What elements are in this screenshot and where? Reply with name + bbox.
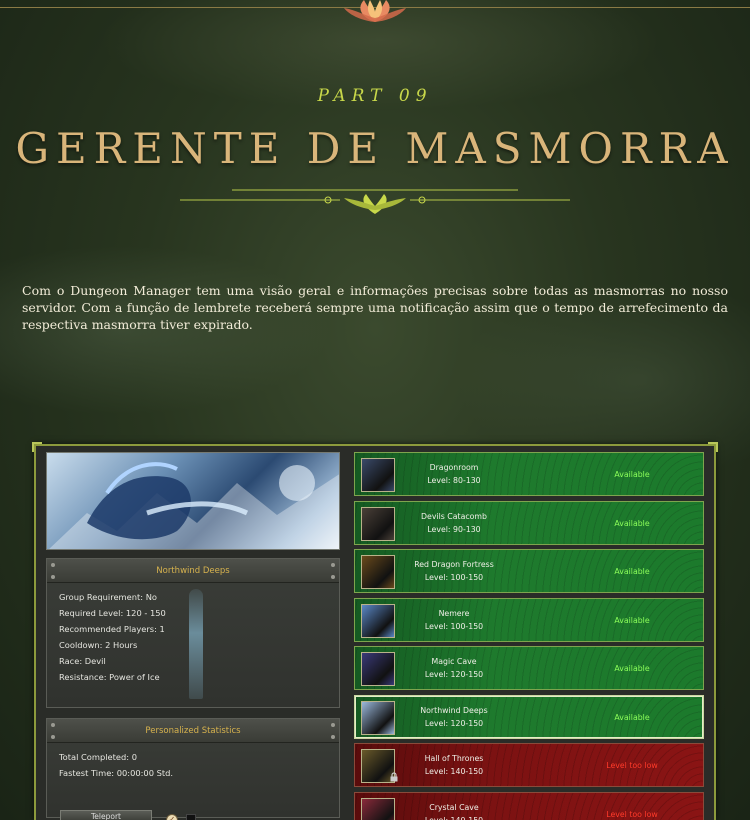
reminder-checkbox[interactable]	[186, 814, 196, 820]
dungeon-banner-image	[46, 452, 340, 550]
dungeon-info-body: Group Requirement: No Required Level: 12…	[47, 583, 339, 699]
dungeon-level: Level: 140-150	[424, 767, 484, 776]
dungeon-level: Level: 120-150	[424, 718, 484, 728]
dungeon-row[interactable]: Red Dragon Fortress Level: 100-150 Availab…	[354, 549, 704, 593]
rivet-icon	[51, 575, 55, 579]
window-corner-ornament	[32, 442, 42, 452]
dungeon-status: Available	[614, 470, 650, 479]
rivet-icon	[51, 563, 55, 567]
dungeon-info-title: Northwind Deeps	[156, 566, 230, 576]
dungeon-status: Level too low	[606, 761, 658, 770]
statistics-box: Personalized Statistics Total Completed:…	[46, 718, 340, 818]
dungeon-name: Red Dragon Fortress	[414, 560, 494, 569]
dungeon-thumbnail	[361, 797, 395, 820]
dungeon-info-box: Northwind Deeps Group Requirement: No Re…	[46, 558, 340, 708]
dungeon-name: Nemere	[438, 608, 470, 618]
dungeon-name: Dragonroom	[429, 463, 479, 472]
lotus-ornament-icon	[344, 0, 406, 22]
dungeon-row[interactable]: Magic Cave Level: 120-150 Available	[354, 646, 704, 690]
dungeon-detail-panel: Northwind Deeps Group Requirement: No Re…	[44, 450, 342, 820]
dungeon-thumbnail	[361, 555, 395, 589]
dungeon-thumbnail	[361, 458, 395, 492]
statistics-body: Total Completed: 0 Fastest Time: 00:00:0…	[47, 743, 339, 787]
dungeon-info-header: Northwind Deeps	[47, 559, 339, 583]
crystal-pillar-image	[189, 589, 203, 699]
lock-icon	[390, 772, 398, 782]
part-label: PART 09	[317, 86, 433, 106]
intro-paragraph: Com o Dungeon Manager tem uma visão gera…	[22, 283, 728, 332]
statistics-title: Personalized Statistics	[145, 726, 241, 736]
dungeon-thumbnail	[361, 700, 395, 735]
dungeon-manager-window: Northwind Deeps Group Requirement: No Re…	[32, 442, 718, 820]
dungeon-row[interactable]: Devils Catacomb Level: 90-130 Available	[354, 500, 704, 545]
dungeon-status: Available	[614, 615, 650, 625]
statistics-header: Personalized Statistics	[47, 719, 339, 743]
dungeon-status: Available	[614, 567, 650, 576]
dungeon-level: Level: 120-150	[424, 670, 484, 679]
dungeon-status: Available	[614, 518, 650, 528]
dungeon-status: Available	[614, 664, 650, 673]
dungeon-row[interactable]: Dragonroom Level: 80-130 Available	[354, 452, 704, 496]
dungeon-list: Dragonroom Level: 80-130 Available Devils C…	[350, 450, 706, 820]
dungeon-name: Crystal Cave	[429, 802, 479, 812]
teleport-button[interactable]: Teleport	[60, 810, 152, 820]
dungeon-row[interactable]: Northwind Deeps Level: 120-150 Available	[354, 694, 704, 739]
dungeon-thumbnail	[361, 603, 395, 638]
dungeon-name: Magic Cave	[431, 657, 477, 666]
dungeon-thumbnail	[361, 652, 395, 686]
window-corner-ornament	[708, 442, 718, 452]
dungeon-level: Level: 140-150	[424, 815, 484, 820]
dungeon-name: Devils Catacomb	[421, 511, 487, 521]
dungeon-level: Level: 100-150	[424, 621, 484, 631]
dungeon-level: Level: 80-130	[427, 476, 481, 485]
rivet-icon	[51, 735, 55, 739]
dungeon-status: Available	[614, 712, 650, 722]
dungeon-level: Level: 100-150	[424, 573, 484, 582]
rivet-icon	[331, 723, 335, 727]
ornamental-divider	[180, 189, 570, 214]
stat-fastest-time: Fastest Time: 00:00:00 Std.	[59, 768, 174, 778]
confirm-icon[interactable]: ✓	[166, 814, 178, 820]
rivet-icon	[331, 575, 335, 579]
dungeon-level: Level: 90-130	[427, 524, 481, 534]
rivet-icon	[331, 563, 335, 567]
stat-total-completed: Total Completed: 0	[59, 752, 137, 762]
rivet-icon	[51, 723, 55, 727]
dungeon-row[interactable]: Nemere Level: 100-150 Available	[354, 597, 704, 642]
dungeon-row[interactable]: Crystal Cave Level: 140-150 Level too low	[354, 791, 704, 820]
dungeon-row[interactable]: Hall of Thrones Level: 140-150 Level too l…	[354, 743, 704, 787]
dungeon-thumbnail	[361, 506, 395, 541]
rivet-icon	[331, 735, 335, 739]
dungeon-name: Northwind Deeps	[420, 705, 488, 715]
dungeon-name: Hall of Thrones	[424, 754, 484, 763]
page-title: GERENTE DE MASMORRA	[15, 124, 735, 173]
dungeon-status: Level too low	[606, 809, 658, 819]
